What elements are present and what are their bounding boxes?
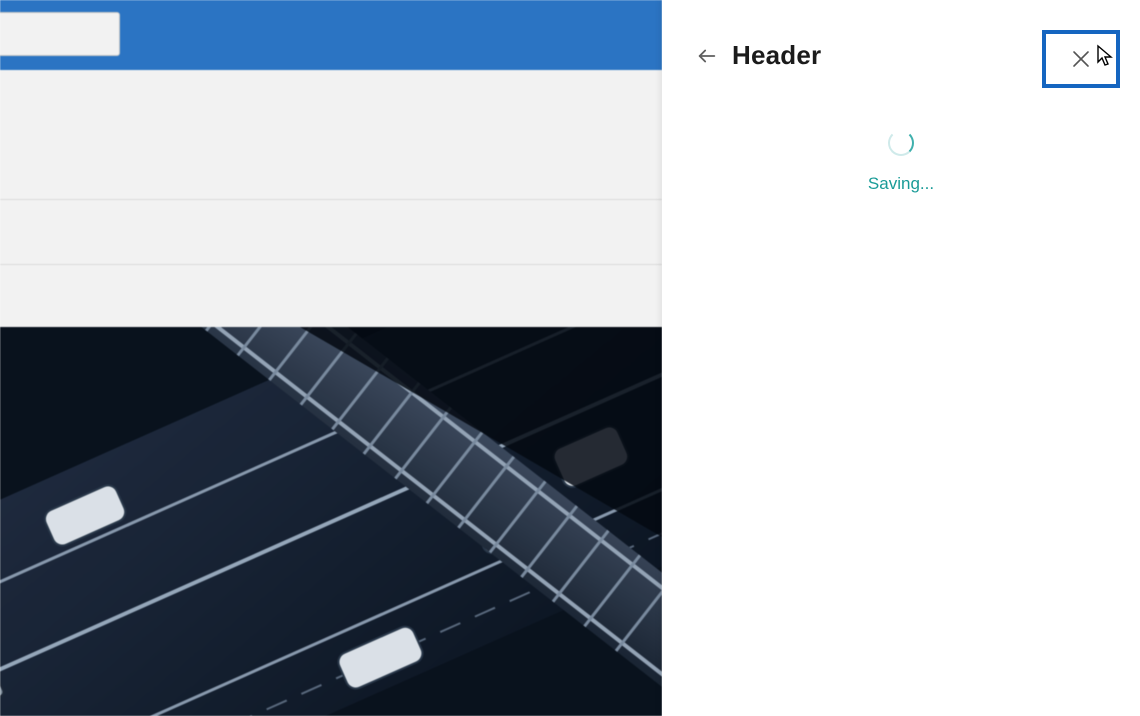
spinner-icon bbox=[888, 130, 914, 156]
content-row-1 bbox=[0, 70, 662, 200]
main-page-dimmed bbox=[0, 0, 662, 716]
content-row-2 bbox=[0, 200, 662, 265]
panel-title: Header bbox=[732, 40, 821, 71]
header-panel: Header Saving... bbox=[662, 0, 1140, 716]
content-gap bbox=[0, 265, 662, 327]
command-bar bbox=[0, 0, 662, 70]
back-icon[interactable] bbox=[696, 45, 718, 67]
hero-image bbox=[0, 327, 662, 716]
status-text: Saving... bbox=[868, 174, 934, 194]
loading-indicator: Saving... bbox=[662, 130, 1140, 194]
input-field[interactable] bbox=[0, 12, 120, 56]
close-button[interactable] bbox=[1042, 30, 1120, 88]
